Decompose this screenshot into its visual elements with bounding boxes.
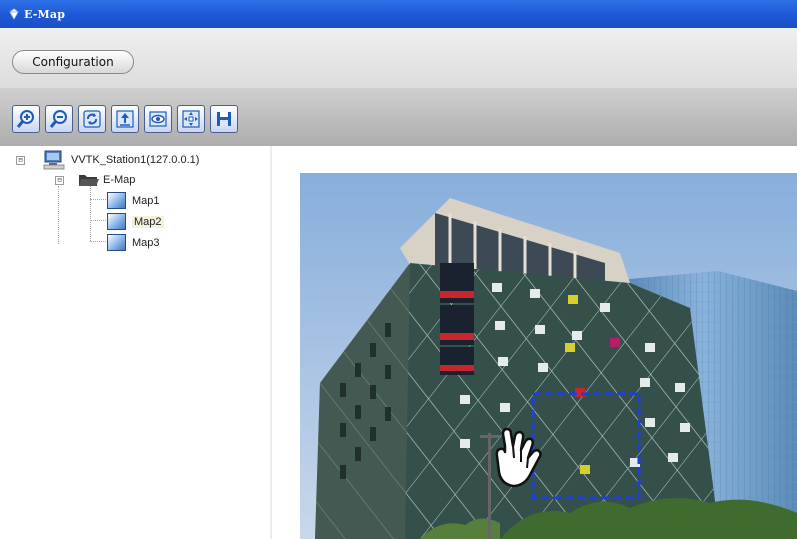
menu-strip: Configuration — [0, 28, 797, 88]
emap-label: E-Map — [103, 174, 136, 186]
refresh-icon — [83, 110, 101, 128]
tree-connector — [90, 186, 91, 241]
map-thumbnail-icon — [107, 192, 126, 209]
tree-panel: ⊟ VVTK_Station1(127.0.0.1) ⊟ E-Map Map1 … — [0, 146, 272, 539]
map-thumbnail-icon — [107, 234, 126, 251]
collapse-toggle[interactable]: ⊟ — [16, 155, 25, 165]
fit-window-icon — [182, 110, 200, 128]
view-button[interactable] — [144, 105, 172, 133]
map-image[interactable] — [300, 173, 797, 539]
tree-item-map2[interactable]: Map2 — [107, 213, 164, 230]
station-label: VVTK_Station1(127.0.0.1) — [71, 154, 200, 166]
zoom-out-icon — [49, 110, 67, 128]
emap-diamond-icon — [9, 8, 19, 20]
tree-node-station[interactable]: ⊟ VVTK_Station1(127.0.0.1) — [16, 150, 199, 170]
upload-icon — [116, 110, 134, 128]
zoom-in-button[interactable] — [12, 105, 40, 133]
map-label: Map2 — [132, 215, 164, 228]
map-label: Map3 — [132, 236, 160, 249]
title-bar: E-Map — [0, 0, 797, 28]
refresh-button[interactable] — [78, 105, 106, 133]
fit-to-window-button[interactable] — [177, 105, 205, 133]
folder-open-icon — [79, 175, 99, 186]
map-thumbnail-icon — [107, 213, 126, 230]
zoom-in-icon — [16, 110, 34, 128]
eye-icon — [149, 111, 167, 127]
collapse-toggle[interactable]: ⊟ — [55, 175, 64, 185]
configuration-button[interactable]: Configuration — [12, 50, 134, 74]
building-photo — [300, 173, 797, 539]
tree-item-map3[interactable]: Map3 — [107, 234, 160, 251]
save-button[interactable] — [210, 105, 238, 133]
tree-connector — [58, 186, 59, 244]
tree-node-emap[interactable]: ⊟ E-Map — [55, 172, 135, 188]
toolbar — [0, 88, 797, 146]
save-icon — [217, 112, 231, 126]
upload-button[interactable] — [111, 105, 139, 133]
computer-icon — [43, 150, 65, 170]
window-title: E-Map — [24, 7, 66, 21]
tree-item-map1[interactable]: Map1 — [107, 192, 160, 209]
zoom-out-button[interactable] — [45, 105, 73, 133]
map-label: Map1 — [132, 194, 160, 207]
